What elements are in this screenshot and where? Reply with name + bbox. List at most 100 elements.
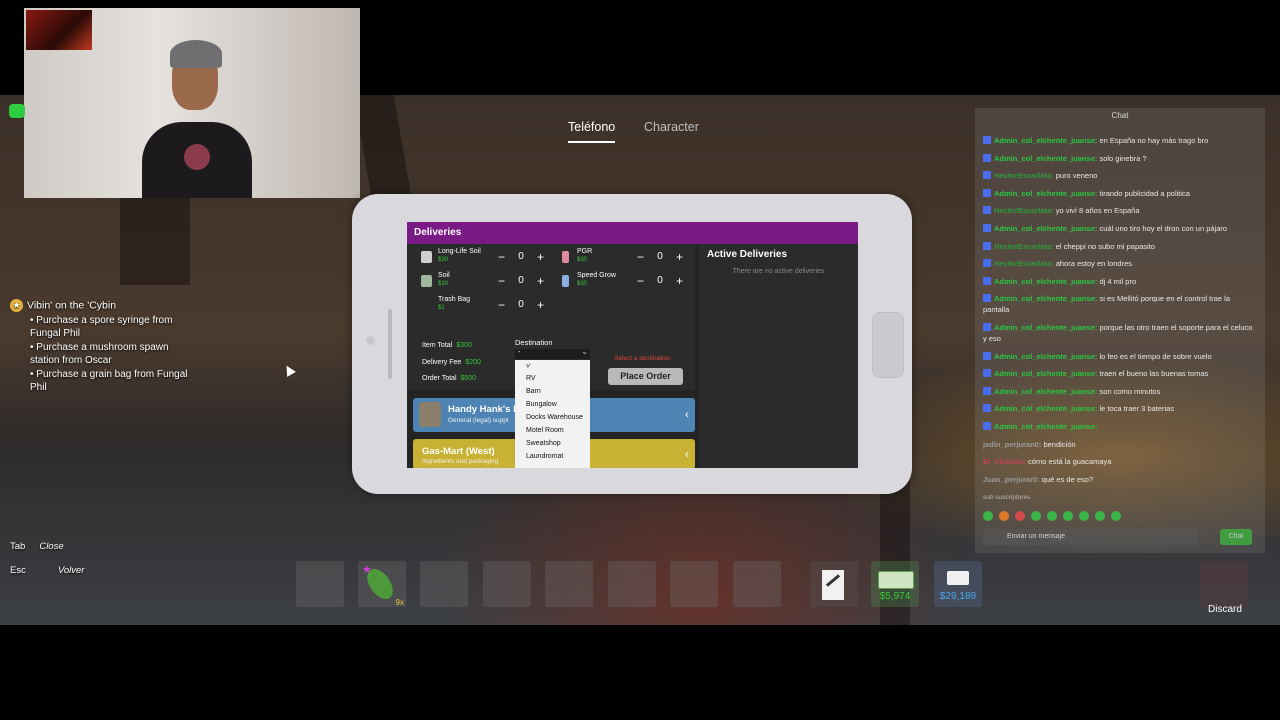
decrease-button[interactable]: − [637,250,644,264]
chat-text: yo viví 8 años en España [1055,206,1140,216]
chat-username[interactable]: Admin_col_elchente_juanse: [994,422,1097,431]
decrease-button[interactable]: − [498,298,505,312]
streamer [142,38,252,198]
option-label: Barn [526,388,541,395]
quantity-value: 0 [518,299,524,310]
badge-icon [983,206,991,215]
chat-username[interactable]: jadin_perjuran0: [983,440,1041,449]
chat-username[interactable]: HectorEscarlata: [994,206,1054,215]
decrease-button[interactable]: − [498,274,505,288]
hotbar-slot[interactable]: ★ 9x [358,561,406,607]
chat-message: HectorEscarlata: el cheppi no subo mi pa… [983,241,1255,252]
chat-username[interactable]: Admin_col_elchente_juanse: [994,224,1097,233]
dropdown-option[interactable]: Sweatshop [515,438,590,451]
increase-button[interactable]: + [537,274,544,288]
chat-username[interactable]: Admin_col_elchente_juanse: [994,352,1097,361]
chat-username[interactable]: Admin_col_elchente_juanse: [994,189,1097,198]
chat-send-button[interactable]: Chat [1220,529,1252,545]
chat-username[interactable]: Admin_col_elchente_juanse: [994,369,1097,378]
emote-icon[interactable] [999,511,1009,521]
dropdown-option[interactable]: ✓ - [515,360,590,373]
phone-home-button[interactable] [872,312,904,378]
hotbar-slot[interactable] [733,561,781,607]
esc-action: Volver [57,565,85,576]
hotbar-slot[interactable] [483,561,531,607]
chat-input-placeholder: Enviar un mensaje [1007,533,1065,540]
chat-username[interactable]: Admin_col_elchente_juanse: [994,387,1097,396]
dropdown-option[interactable]: Bungalow [515,399,590,412]
increase-button[interactable]: + [537,250,544,264]
dropdown-option[interactable]: Barn [515,386,590,399]
chat-username[interactable]: Admin_col_elchente_juanse: [994,404,1097,413]
decrease-button[interactable]: − [498,250,505,264]
chat-username[interactable]: HectorEscarlata: [994,171,1054,180]
chat-text: dj 4 mil pro [1099,276,1137,286]
increase-button[interactable]: + [676,250,683,264]
chat-username[interactable]: Admin_col_elchente_juanse: [994,323,1097,332]
chat-username[interactable]: Admin_col_elchente_juanse: [994,154,1097,163]
item-name: Soil [438,272,450,279]
order-total: Order Total $500 [422,375,476,382]
dropdown-option[interactable]: RV [515,373,590,386]
quantity-value: 0 [657,251,663,262]
chat-message: Juan_perjurar0: qué es de eso? [983,474,1255,485]
chevron-down-icon: ⌄ [581,347,588,356]
dropdown-option[interactable]: Laundromat [515,451,590,464]
emote-icon[interactable] [1063,511,1073,521]
dropdown-option[interactable]: Docks Warehouse [515,412,590,425]
paper-icon [822,570,844,600]
hotbar-slot[interactable] [420,561,468,607]
hotbar-slot[interactable] [296,561,344,607]
item-soil: Soil $10 − 0 + [421,272,551,294]
item-name: Speed Grow [577,272,616,279]
option-label: Docks Warehouse [526,414,583,421]
chat-message: Admin_col_elchente_juanse: en España no … [983,135,1255,146]
quest-task: • Purchase a spore syringe from Fungal P… [30,315,173,340]
badge-icon [983,241,991,250]
badge-icon [983,259,991,268]
hotbar-slot[interactable] [810,561,858,607]
tab-character[interactable]: Character [644,120,699,134]
chat-username[interactable]: Admin_col_elchente_juanse: [994,277,1097,286]
hotbar-slot[interactable] [608,561,656,607]
chat-message: Admin_col_elchente_juanse: tirando publi… [983,188,1255,199]
chat-username[interactable]: HectorEscarlata: [994,259,1054,268]
dropdown-option[interactable]: Motel Room [515,425,590,438]
increase-button[interactable]: + [676,274,683,288]
emote-icon[interactable] [1031,511,1041,521]
chat-username[interactable]: Juan_perjurar0: [983,475,1040,484]
cash-slot[interactable]: $5,974 [871,561,919,607]
emote-icon[interactable] [1047,511,1057,521]
chat-text: tirando publicidad a politica [1099,188,1190,198]
chat-message: Admin_col_elchente_juanse: si es Mellitó… [983,293,1255,315]
chat-username[interactable]: Admin_col_elchente_juanse: [994,294,1097,303]
chat-message: Admin_col_elchente_juanse: cuál uno tiro… [983,223,1255,234]
chat-text: qué es de eso? [1041,474,1094,484]
chat-username[interactable]: El_Charrito: [983,457,1026,466]
quantity-value: 0 [518,275,524,286]
quest-task: • Purchase a grain bag from Fungal Phil [30,369,188,394]
hotbar-slot[interactable] [670,561,718,607]
decrease-button[interactable]: − [637,274,644,288]
item-price: $1 [438,305,445,311]
discard-label: Discard [1208,604,1242,615]
destination-select[interactable]: - ⌄ [515,347,590,359]
discard-slot[interactable] [1200,561,1248,607]
item-pgr: PGR $30 − 0 + [560,248,690,270]
chat-username[interactable]: HectorEscarlata: [994,242,1054,251]
place-order-button[interactable]: Place Order [608,368,683,385]
emote-icon[interactable] [1111,511,1121,521]
bank-slot[interactable]: $29,189 [934,561,982,607]
hotbar-slot[interactable] [545,561,593,607]
chat-input[interactable]: Enviar un mensaje [983,529,1198,545]
tab-telefono[interactable]: Teléfono [568,120,616,143]
emote-icon[interactable] [1095,511,1105,521]
chat-username[interactable]: Admin_col_elchente_juanse: [994,136,1097,145]
item-total-value: $300 [456,342,472,349]
emote-icon[interactable] [983,511,993,521]
badge-icon [983,188,991,197]
emote-icon[interactable] [1015,511,1025,521]
increase-button[interactable]: + [537,298,544,312]
esc-key: Esc [10,565,26,576]
emote-icon[interactable] [1079,511,1089,521]
